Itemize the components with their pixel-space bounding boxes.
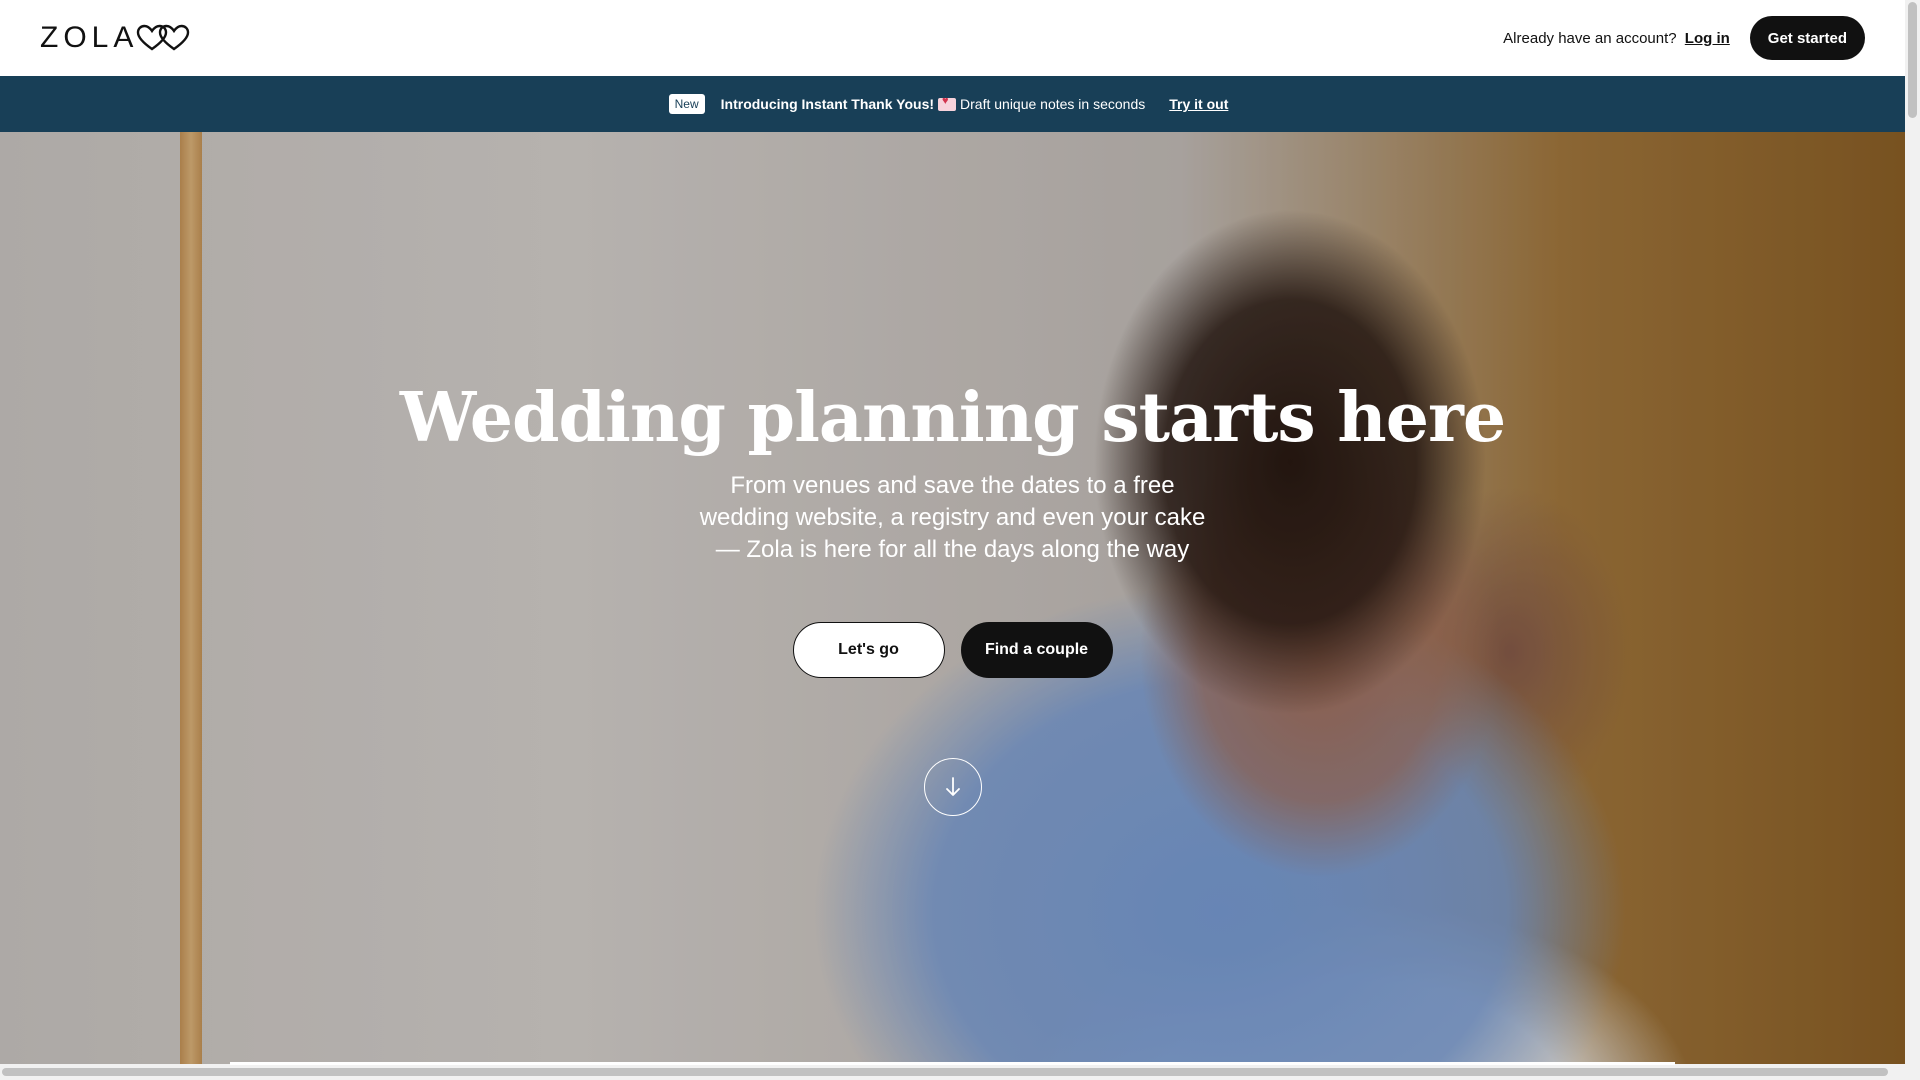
vertical-scrollbar[interactable] [1905,0,1920,1080]
try-it-out-link[interactable]: Try it out [1169,96,1228,112]
account-prompt: Already have an account? Log in [1503,30,1730,47]
horizontal-scrollbar-thumb[interactable] [2,1068,1888,1076]
announcement-headline: Introducing Instant Thank Yous! [720,96,935,112]
vertical-scrollbar-thumb[interactable] [1908,2,1917,118]
hero-buttons: Let's go Find a couple [792,622,1113,678]
love-letter-icon [938,95,957,111]
hero-section: Wedding planning starts here From venues… [0,132,1905,1064]
new-badge: New [668,94,705,114]
arrow-down-icon [945,777,960,796]
get-started-button[interactable]: Get started [1749,16,1865,60]
header-actions: Already have an account? Log in Get star… [1503,16,1865,60]
video-progress-strip [230,1062,1675,1065]
site-header: ZOLA Already have an account? Log in Get… [0,0,1905,76]
horizontal-scrollbar[interactable] [0,1064,1905,1080]
page: ZOLA Already have an account? Log in Get… [0,0,1920,1080]
scroll-down-button[interactable] [923,758,982,816]
logo-wordmark: ZOLA [40,21,139,54]
hero-title: Wedding planning starts here [399,378,1506,458]
find-a-couple-button[interactable]: Find a couple [960,622,1113,678]
zola-logo[interactable]: ZOLA [40,21,192,55]
hero-subtitle: From venues and save the dates to a free… [699,472,1206,563]
account-prompt-text: Already have an account? [1503,29,1677,47]
hero-content: Wedding planning starts here From venues… [0,132,1905,1064]
announcement-bar: New Introducing Instant Thank Yous! Draf… [0,76,1905,132]
lets-go-button[interactable]: Let's go [792,622,945,678]
announcement-content: New Introducing Instant Thank Yous! Draf… [668,94,1228,114]
announcement-body: Draft unique notes in seconds [960,96,1146,112]
login-link[interactable]: Log in [1685,30,1730,47]
hearts-logo-icon [137,24,190,51]
